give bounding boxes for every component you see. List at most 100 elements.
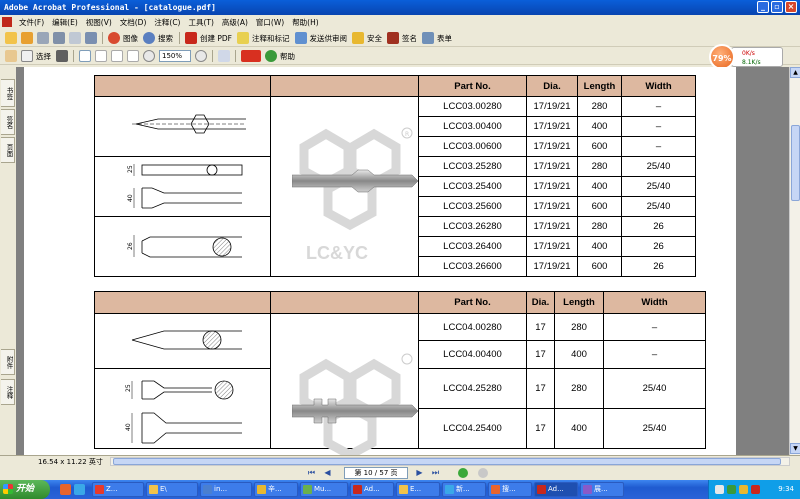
- menu-file[interactable]: 文件(F): [15, 17, 48, 28]
- comment-icon[interactable]: [237, 32, 249, 44]
- attach-icon[interactable]: [85, 32, 97, 44]
- form-icon[interactable]: [422, 32, 434, 44]
- tab-comments[interactable]: 注释: [1, 379, 15, 405]
- help-button[interactable]: 帮助: [280, 51, 295, 62]
- select-tool-icon[interactable]: [21, 50, 33, 62]
- document-area[interactable]: Part No. Dia. Length Width LCC03.00280 1…: [16, 67, 789, 455]
- quicklaunch-icon[interactable]: [60, 484, 71, 495]
- search-icon[interactable]: [143, 32, 155, 44]
- tray-icon[interactable]: [715, 485, 724, 494]
- quicklaunch-icon[interactable]: [74, 484, 85, 495]
- tab-signatures[interactable]: 签名: [1, 109, 15, 135]
- cell-part-no: LCC04.00280: [418, 313, 527, 341]
- print-icon[interactable]: [53, 32, 65, 44]
- menu-view[interactable]: 视图(V): [82, 17, 116, 28]
- tab-bookmarks[interactable]: 书签: [1, 79, 15, 107]
- open-folder-icon[interactable]: [5, 32, 17, 44]
- youdao-icon[interactable]: [241, 50, 261, 62]
- horizontal-scrollbar[interactable]: [110, 457, 790, 466]
- create-pdf-button[interactable]: 创建 PDF: [200, 33, 232, 44]
- forms-button[interactable]: 表单: [437, 33, 452, 44]
- zoom-in-icon[interactable]: [195, 50, 207, 62]
- taskbar-item[interactable]: Ad...: [350, 482, 394, 497]
- save-icon[interactable]: [37, 32, 49, 44]
- fit-page-icon[interactable]: [111, 50, 123, 62]
- taskbar-item[interactable]: Z...: [92, 482, 144, 497]
- cell-width: –: [603, 313, 706, 341]
- scroll-up-arrow[interactable]: ▲: [790, 67, 800, 78]
- send-review-button[interactable]: 发送供审阅: [310, 33, 348, 44]
- clock[interactable]: 9:34: [778, 485, 794, 493]
- taskbar-item[interactable]: E...: [396, 482, 440, 497]
- snapshot-icon[interactable]: [56, 50, 68, 62]
- start-label: 开始: [16, 484, 35, 494]
- menu-edit[interactable]: 编辑(E): [48, 17, 82, 28]
- security-button[interactable]: 安全: [367, 33, 382, 44]
- cell-length: 400: [577, 176, 622, 197]
- minimize-button[interactable]: _: [757, 1, 769, 13]
- menu-advanced[interactable]: 高级(A): [218, 17, 252, 28]
- scroll-down-arrow[interactable]: ▼: [790, 443, 800, 454]
- help-icon[interactable]: [265, 50, 277, 62]
- vertical-scrollbar[interactable]: ▲ ▼: [789, 67, 800, 455]
- tray-icon[interactable]: [751, 485, 760, 494]
- select-button[interactable]: 选择: [36, 51, 51, 62]
- tab-pages[interactable]: 页面: [1, 137, 15, 163]
- taskbar-item[interactable]: E\: [146, 482, 198, 497]
- image-button[interactable]: 图像: [123, 33, 138, 44]
- sign-button[interactable]: 签名: [402, 33, 417, 44]
- cell-length: 280: [577, 96, 622, 117]
- taskbar-item[interactable]: 辛...: [254, 482, 298, 497]
- menu-help[interactable]: 帮助(H): [288, 17, 323, 28]
- first-page-icon[interactable]: ⏮: [306, 468, 317, 478]
- create-pdf-icon[interactable]: [185, 32, 197, 44]
- close-button[interactable]: ×: [785, 1, 797, 13]
- tray-icon[interactable]: [739, 485, 748, 494]
- taskbar-item[interactable]: Mu...: [300, 482, 348, 497]
- zoom-tool-icon[interactable]: [79, 50, 91, 62]
- app-icon: [491, 485, 500, 494]
- acrobat-doc-icon[interactable]: [2, 17, 12, 27]
- taskbar-item[interactable]: 展...: [580, 482, 624, 497]
- horizontal-scroll-thumb[interactable]: [113, 458, 781, 465]
- cell-dia: 17/19/21: [526, 216, 578, 237]
- taskbar-item-active[interactable]: Ad...: [534, 482, 578, 497]
- image-icon[interactable]: [108, 32, 120, 44]
- go-back-icon[interactable]: [458, 468, 468, 478]
- restore-button[interactable]: ▫: [771, 1, 783, 13]
- fit-width-icon[interactable]: [127, 50, 139, 62]
- flat-chisel-drawing: 25 40: [127, 164, 243, 209]
- menu-document[interactable]: 文档(D): [116, 17, 151, 28]
- menu-tools[interactable]: 工具(T): [184, 17, 217, 28]
- taskbar-item[interactable]: 搜...: [488, 482, 532, 497]
- menu-window[interactable]: 窗口(W): [252, 17, 288, 28]
- send-review-icon[interactable]: [294, 32, 307, 44]
- search-button[interactable]: 搜索: [158, 33, 173, 44]
- lock-icon[interactable]: [352, 32, 364, 44]
- previous-page-icon[interactable]: ◀: [322, 468, 333, 478]
- folder-icon: [399, 485, 408, 494]
- email-icon[interactable]: [69, 32, 81, 44]
- cell-dia: 17/19/21: [526, 176, 578, 197]
- start-button[interactable]: 开始: [0, 480, 50, 499]
- taskbar-item[interactable]: 新...: [442, 482, 486, 497]
- menu-comments[interactable]: 注释(C): [150, 17, 184, 28]
- cell-length: 600: [577, 256, 622, 277]
- go-forward-icon[interactable]: [478, 468, 488, 478]
- tray-icon[interactable]: [727, 485, 736, 494]
- next-page-icon[interactable]: ▶: [414, 468, 425, 478]
- zoom-out-icon[interactable]: [143, 50, 155, 62]
- actual-size-icon[interactable]: [95, 50, 107, 62]
- last-page-icon[interactable]: ⏭: [430, 468, 441, 478]
- page-number-input[interactable]: 第 10 / 57 页: [344, 467, 408, 479]
- hand-tool-icon[interactable]: [5, 50, 17, 62]
- organizer-icon[interactable]: [21, 32, 33, 44]
- rotate-icon[interactable]: [218, 50, 230, 62]
- zoom-level-input[interactable]: 150%: [159, 50, 191, 62]
- vertical-scroll-thumb[interactable]: [791, 125, 800, 201]
- header-blank: [270, 291, 419, 314]
- comment-button[interactable]: 注释和标记: [252, 33, 290, 44]
- taskbar-item[interactable]: in...: [200, 482, 252, 497]
- tab-attachments[interactable]: 附件: [1, 349, 15, 375]
- pen-icon[interactable]: [387, 32, 399, 44]
